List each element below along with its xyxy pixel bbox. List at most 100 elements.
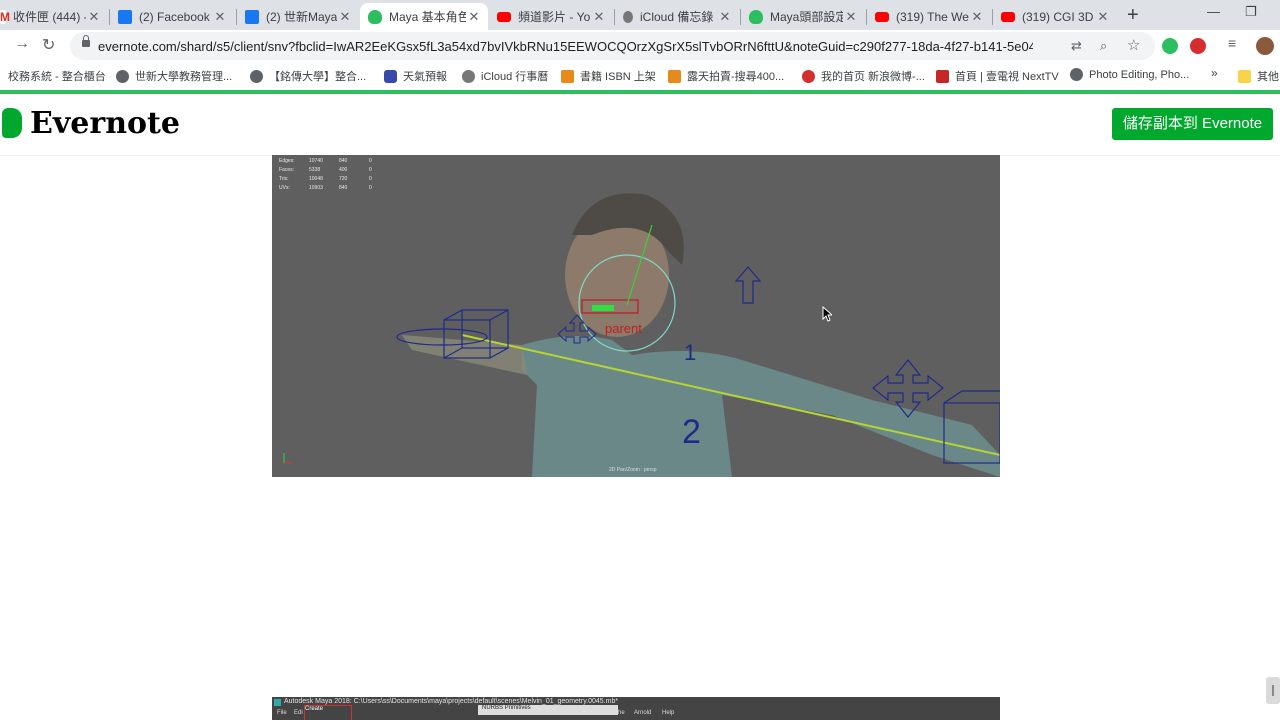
- maya-create-menu: Create: [304, 705, 352, 720]
- restore-icon[interactable]: ❐: [1245, 4, 1257, 20]
- weibo-icon: [802, 69, 815, 83]
- up-arrow-control: [734, 266, 762, 304]
- bookmark-label: 我的首页 新浪微博-...: [821, 71, 925, 83]
- close-tab-icon[interactable]: ✕: [1095, 9, 1111, 25]
- forward-icon[interactable]: →: [14, 35, 30, 53]
- tab-label: 收件匣 (444) -: [13, 10, 86, 24]
- bookmark-star-icon[interactable]: ☆: [1127, 36, 1140, 54]
- tab-youtube-channel[interactable]: 頻道影片 - You ✕: [489, 3, 613, 30]
- url-text[interactable]: evernote.com/shard/s5/client/snv?fbclid=…: [98, 39, 1033, 54]
- facebook-icon: [118, 9, 132, 24]
- maya-window-image: Autodesk Maya 2018: C:\Users\ss\Document…: [272, 697, 1000, 720]
- bookmark-label: 其他: [1257, 71, 1279, 83]
- bookmark-item[interactable]: 首頁 | 壹電視 NextTV: [936, 68, 1059, 84]
- browser-toolbar: → ↻ evernote.com/shard/s5/client/snv?fbc…: [0, 30, 1280, 62]
- minimize-icon[interactable]: —: [1207, 4, 1220, 19]
- close-tab-icon[interactable]: ✕: [717, 9, 733, 25]
- facebook-icon: [245, 9, 259, 24]
- tab-youtube-cgi[interactable]: (319) CGI 3D S ✕: [993, 3, 1117, 30]
- apple-icon: [462, 69, 475, 83]
- bookmark-label: iCloud 行事曆: [481, 71, 549, 83]
- maya-menu-file: File: [277, 710, 287, 716]
- evernote-icon: [368, 9, 382, 24]
- other-bookmarks-folder[interactable]: 其他: [1238, 68, 1279, 84]
- bookmark-label: 世新大學教務管理...: [135, 71, 233, 83]
- close-tab-icon[interactable]: ✕: [843, 9, 859, 25]
- maya-menu-he: he: [618, 710, 625, 716]
- profile-avatar[interactable]: [1256, 37, 1274, 55]
- bookmark-label: 首頁 | 壹電視 NextTV: [955, 71, 1059, 83]
- tab-gmail[interactable]: M 收件匣 (444) - ✕: [0, 3, 108, 30]
- mouth-control: [592, 305, 614, 311]
- store-icon: [561, 69, 574, 83]
- chain-number-2: 2: [682, 413, 701, 451]
- parent-constraint-label: parent: [605, 321, 642, 336]
- evernote-logo[interactable]: Evernote: [30, 106, 180, 141]
- save-copy-button[interactable]: 儲存副本到 Evernote: [1112, 108, 1273, 140]
- bookmark-item[interactable]: 露天拍賣-搜尋400...: [668, 68, 784, 84]
- media-controls-icon[interactable]: ≡: [1228, 35, 1236, 51]
- tab-facebook[interactable]: (2) Facebook ✕: [110, 3, 234, 30]
- address-bar[interactable]: evernote.com/shard/s5/client/snv?fbclid=…: [70, 32, 1155, 60]
- camera-label: 2D Pan/Zoom : persp: [609, 467, 657, 473]
- tab-label: (2) 世新Maya: [266, 10, 337, 24]
- tab-label: 頻道影片 - You: [518, 10, 591, 24]
- bookmark-label: 露天拍賣-搜尋400...: [687, 71, 785, 83]
- maya-menu-help: Help: [662, 710, 675, 716]
- tab-label: (319) CGI 3D S: [1022, 9, 1095, 24]
- tab-label: (319) The Wee: [896, 9, 969, 24]
- bookmark-item[interactable]: 我的首页 新浪微博-...: [802, 68, 925, 84]
- torso-shape: [522, 336, 1000, 477]
- bookmark-item[interactable]: 校務系統 - 整合櫃台: [8, 68, 106, 84]
- translate-icon[interactable]: ⇄: [1071, 38, 1082, 54]
- lock-icon: [82, 35, 90, 47]
- tab-maya-active[interactable]: Maya 基本角色 ✕: [360, 3, 488, 30]
- youtube-icon: [497, 11, 511, 22]
- bookmark-item[interactable]: 天氣預報: [384, 68, 447, 84]
- reload-icon[interactable]: ↻: [42, 35, 55, 55]
- maya-menu-edit: Edi: [294, 710, 303, 716]
- folder-icon: [1238, 69, 1251, 83]
- globe-icon: [250, 69, 263, 83]
- tab-youtube-weeknd[interactable]: (319) The Wee ✕: [867, 3, 991, 30]
- bookmark-item[interactable]: iCloud 行事曆: [462, 68, 548, 84]
- bookmark-item[interactable]: Photo Editing, Pho...: [1070, 68, 1189, 81]
- zoom-icon[interactable]: ⌕: [1100, 38, 1107, 54]
- tab-facebook-maya[interactable]: (2) 世新Maya ✕: [237, 3, 359, 30]
- tab-icloud-notes[interactable]: iCloud 備忘錄 ✕: [615, 3, 739, 30]
- character-rig-graphic: [283, 193, 1000, 477]
- adblock-icon[interactable]: [1190, 38, 1206, 54]
- new-tab-button[interactable]: +: [1127, 4, 1139, 27]
- close-tab-icon[interactable]: ✕: [591, 9, 607, 25]
- maya-window-title: Autodesk Maya 2018: C:\Users\ss\Document…: [284, 698, 619, 705]
- mouse-cursor-icon: [822, 306, 832, 322]
- bookmark-item[interactable]: 【銘傳大學】整合...: [250, 68, 366, 84]
- more-bookmarks-icon[interactable]: »: [1211, 66, 1218, 80]
- youtube-icon: [875, 11, 889, 22]
- close-tab-icon[interactable]: ✕: [86, 9, 102, 25]
- evernote-icon: [749, 9, 763, 24]
- close-tab-icon[interactable]: ✕: [337, 9, 353, 25]
- maya-viewport-image: Edges: 10740 840 0 Faces: 5338 400 0 Tris: 1004…: [272, 155, 1000, 477]
- close-tab-icon[interactable]: ✕: [466, 9, 482, 25]
- tab-label: iCloud 備忘錄: [640, 10, 714, 24]
- bookmark-label: Photo Editing, Pho...: [1089, 68, 1190, 81]
- evernote-header: Evernote 儲存副本到 Evernote: [0, 94, 1280, 156]
- globe-icon: [116, 69, 129, 83]
- close-tab-icon[interactable]: ✕: [969, 9, 985, 25]
- bookmark-item[interactable]: 書籍 ISBN 上架: [561, 68, 656, 84]
- chain-number-1: 1: [684, 340, 697, 365]
- evernote-extension-icon[interactable]: [1162, 38, 1178, 54]
- bookmark-label: 書籍 ISBN 上架: [580, 71, 656, 83]
- bookmark-item[interactable]: 世新大學教務管理...: [116, 68, 232, 84]
- close-tab-icon[interactable]: ✕: [212, 9, 228, 25]
- evernote-logo-icon: [2, 108, 22, 138]
- bookmark-label: 校務系統 - 整合櫃台: [8, 71, 106, 83]
- nexttv-icon: [936, 69, 949, 83]
- bookmark-label: 天氣預報: [403, 71, 447, 83]
- store-icon: [668, 69, 681, 83]
- tab-maya-head[interactable]: Maya頭部設定 ✕: [741, 3, 865, 30]
- gmail-icon: M: [0, 9, 10, 24]
- youtube-icon: [1001, 11, 1015, 22]
- page-scrollbar-thumb[interactable]: [1266, 677, 1280, 704]
